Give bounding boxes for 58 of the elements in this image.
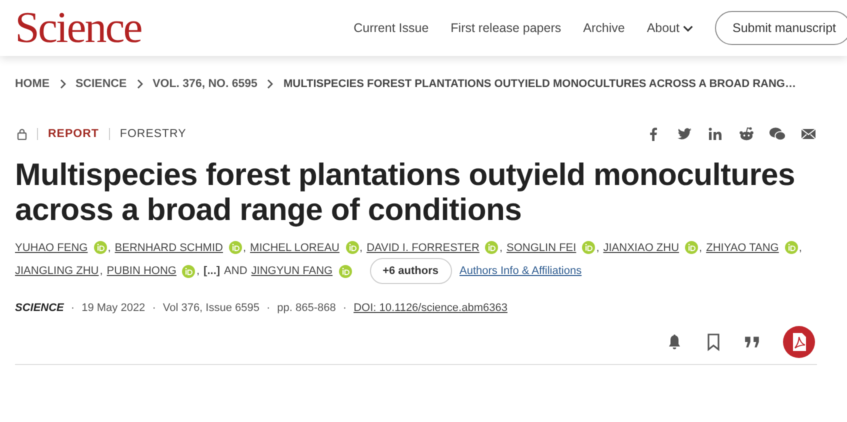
author-link[interactable]: SONGLIN FEI xyxy=(506,242,576,254)
lock-icon xyxy=(17,128,27,140)
separator-dot: · xyxy=(152,302,156,314)
comma: , xyxy=(499,242,502,254)
bookmark-icon[interactable] xyxy=(705,333,722,352)
twitter-icon[interactable] xyxy=(676,126,693,142)
doi-link[interactable]: DOI: 10.1126/science.abm6363 xyxy=(354,302,508,314)
more-authors-button[interactable]: +6 authors xyxy=(370,258,452,284)
comma: , xyxy=(100,265,103,278)
publication-date: 19 May 2022 xyxy=(82,302,146,314)
page-range: pp. 865-868 xyxy=(277,302,336,314)
separator-dot: · xyxy=(70,302,75,314)
nav-link[interactable]: Current Issue xyxy=(354,21,429,35)
comma: , xyxy=(699,242,702,254)
author-link[interactable]: PUBIN HONG xyxy=(106,265,176,278)
ellipsis-text[interactable]: [...] xyxy=(204,265,220,278)
comma: , xyxy=(798,242,802,254)
science-logo[interactable]: Science xyxy=(15,6,142,50)
volume-issue: Vol 376, Issue 6595 xyxy=(162,302,260,314)
article-type: REPORT xyxy=(48,128,99,140)
chevron-right-icon xyxy=(136,79,143,89)
comma: , xyxy=(108,242,111,254)
author-link[interactable]: JINGYUN FANG xyxy=(251,265,333,278)
author-link[interactable]: YUHAO FENG xyxy=(15,242,88,254)
author-link[interactable]: MICHEL LOREAU xyxy=(250,242,340,254)
pdf-icon[interactable] xyxy=(783,326,815,358)
comma: , xyxy=(360,242,363,254)
chevron-down-icon xyxy=(683,24,694,32)
nav-link[interactable]: First release papers xyxy=(450,21,562,35)
submit-manuscript-button[interactable]: Submit manuscript xyxy=(715,11,847,45)
author-link[interactable]: DAVID I. FORRESTER xyxy=(366,242,480,254)
nav-link[interactable]: Archive xyxy=(583,21,625,35)
article-title: Multispecies forest plantations outyield monocultures across a broad range of conditions xyxy=(15,158,796,228)
article-section[interactable]: FORESTRY xyxy=(120,128,186,140)
chevron-right-icon xyxy=(60,79,66,89)
breadcrumb-link[interactable]: MULTISPECIES FOREST PLANTATIONS OUTYIELD MONOCULTURES ACROSS A BROAD RANG… xyxy=(283,78,796,90)
chevron-right-icon xyxy=(267,79,274,89)
comma: , xyxy=(242,242,246,254)
affiliations-link[interactable]: Authors Info & Affiliations xyxy=(460,265,582,278)
author-link[interactable]: ZHIYAO TANG xyxy=(706,242,779,254)
breadcrumb-link[interactable]: VOL. 376, NO. 6595 xyxy=(152,78,258,90)
about-menu[interactable]: About xyxy=(646,21,694,35)
linkedin-icon[interactable] xyxy=(707,126,724,142)
breadcrumb-link[interactable]: HOME xyxy=(15,78,50,90)
separator-dot: · xyxy=(342,302,347,314)
separator-dot: · xyxy=(266,302,270,314)
reddit-icon[interactable] xyxy=(738,126,755,142)
email-icon[interactable] xyxy=(800,126,817,142)
comma: , xyxy=(196,265,200,278)
author-link[interactable]: BERNHARD SCHMID xyxy=(114,242,223,254)
author-link[interactable]: JIANXIAO ZHU xyxy=(603,242,680,254)
comma: , xyxy=(596,242,600,254)
breadcrumb-link[interactable]: SCIENCE xyxy=(76,78,127,90)
journal-name: SCIENCE xyxy=(15,302,64,314)
and-text: AND xyxy=(224,265,248,278)
wechat-icon[interactable] xyxy=(769,126,786,142)
bell-icon[interactable] xyxy=(666,333,683,352)
author-link[interactable]: JIANGLING ZHU xyxy=(15,265,99,278)
